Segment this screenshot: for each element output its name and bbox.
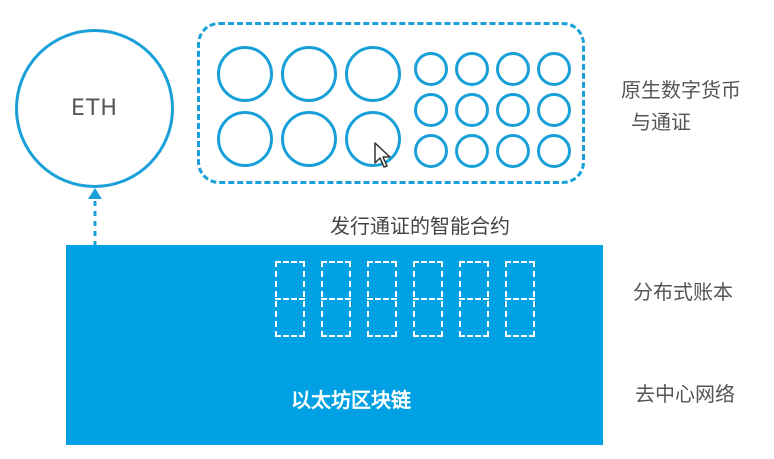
coin [496,93,530,127]
eth-label: ETH [71,96,118,121]
coin [281,46,337,102]
smart-contract-label: 发行通证的智能合约 [330,214,510,238]
ledger-cell [413,261,443,337]
ledger-cell [321,261,351,337]
ledger-cell [367,261,397,337]
ledger-label: 分布式账本 [633,280,733,304]
coin [455,93,489,127]
arrow-up-icon [88,188,102,246]
coin [455,52,489,86]
coin [414,134,448,168]
ledger-cell [505,261,535,337]
coin [496,134,530,168]
platform-label: 以太坊区块链 [291,388,411,412]
coin [537,93,571,127]
tokens-label-line1: 原生数字货币 [621,78,741,102]
tokens-label-line2: 与通证 [631,110,691,134]
coin [496,52,530,86]
coin [537,52,571,86]
coin [455,134,489,168]
coin [414,52,448,86]
cursor-icon [374,142,391,168]
coin [217,46,273,102]
coin [345,46,401,102]
ledger-cell [275,261,305,337]
coin [281,111,337,167]
coin [537,134,571,168]
ledger-cell [459,261,489,337]
coin [217,111,273,167]
blockchain-block: 以太坊区块链 [66,245,603,445]
eth-circle: ETH [15,29,174,188]
network-label: 去中心网络 [635,382,735,406]
coin [414,93,448,127]
